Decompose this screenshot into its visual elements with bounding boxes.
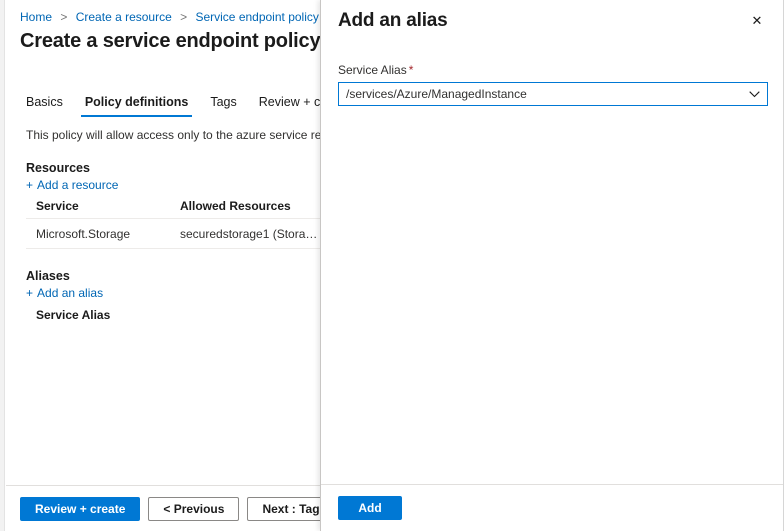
tab-policy-definitions[interactable]: Policy definitions <box>74 94 200 117</box>
plus-icon: + <box>26 286 34 300</box>
cell-allowed-resources: securedstorage1 (Storage a... <box>180 226 320 241</box>
breadcrumb: Home > Create a resource > Service endpo… <box>20 9 320 25</box>
aliases-table: Service Alias <box>26 302 320 327</box>
page-title-row: Create a service endpoint policy … <box>20 28 320 54</box>
chevron-down-icon[interactable] <box>741 83 767 105</box>
add-an-alias-label: Add an alias <box>37 286 104 300</box>
blade-footer: Review + create < Previous Next : Tags >… <box>6 485 320 531</box>
pane-header: Add an alias ✕ <box>321 0 784 42</box>
add-an-alias-pane: Add an alias ✕ Service Alias * /services/… <box>320 0 784 531</box>
service-alias-select[interactable]: /services/Azure/ManagedInstance <box>338 82 768 106</box>
resources-heading: Resources <box>26 161 90 175</box>
page-title: Create a service endpoint policy <box>20 30 320 52</box>
resources-table: Service Allowed Resources Microsoft.Stor… <box>26 194 320 249</box>
portal-root: Home > Create a resource > Service endpo… <box>0 0 784 531</box>
pane-body: Service Alias * /services/Azure/ManagedIn… <box>321 42 784 484</box>
wizard-tabs: Basics Policy definitions Tags Review + … <box>24 94 320 117</box>
blade-content: Home > Create a resource > Service endpo… <box>6 0 320 531</box>
cell-service: Microsoft.Storage <box>36 226 131 241</box>
plus-icon: + <box>26 178 34 192</box>
table-row[interactable]: Microsoft.Storage securedstorage1 (Stora… <box>26 219 320 249</box>
service-alias-label: Service Alias * <box>338 62 767 78</box>
previous-button[interactable]: < Previous <box>148 496 240 521</box>
blade-left-rail <box>0 0 5 531</box>
pane-footer: Add <box>321 484 784 531</box>
column-header-allowed-resources: Allowed Resources <box>180 199 291 213</box>
add-a-resource-label: Add a resource <box>37 178 119 192</box>
add-a-resource-link[interactable]: + Add a resource <box>26 177 118 193</box>
policy-description: This policy will allow access only to th… <box>26 128 320 142</box>
pane-title: Add an alias <box>338 10 448 31</box>
close-icon[interactable]: ✕ <box>744 8 770 34</box>
service-alias-value: /services/Azure/ManagedInstance <box>346 87 527 101</box>
add-an-alias-link[interactable]: + Add an alias <box>26 285 103 301</box>
column-header-service-alias: Service Alias <box>36 307 111 322</box>
tab-review-create[interactable]: Review + create <box>248 94 320 117</box>
breadcrumb-item-create-a-resource[interactable]: Create a resource <box>76 10 172 24</box>
breadcrumb-separator: > <box>180 10 188 24</box>
next-tags-button[interactable]: Next : Tags > <box>247 496 320 521</box>
breadcrumb-item-home[interactable]: Home <box>20 10 52 24</box>
add-button[interactable]: Add <box>338 496 402 520</box>
resources-table-header: Service Allowed Resources <box>26 194 320 219</box>
tab-tags[interactable]: Tags <box>199 94 247 117</box>
column-header-service: Service <box>36 199 79 213</box>
service-alias-label-text: Service Alias <box>338 63 407 77</box>
breadcrumb-item-service-endpoint-policy[interactable]: Service endpoint policy <box>195 10 318 24</box>
required-marker: * <box>408 63 414 77</box>
create-service-endpoint-policy-blade: Home > Create a resource > Service endpo… <box>0 0 320 531</box>
aliases-table-header: Service Alias <box>26 302 320 327</box>
tab-basics[interactable]: Basics <box>24 94 74 117</box>
review-create-button[interactable]: Review + create <box>20 496 141 521</box>
breadcrumb-separator: > <box>60 10 68 24</box>
aliases-heading: Aliases <box>26 269 70 283</box>
